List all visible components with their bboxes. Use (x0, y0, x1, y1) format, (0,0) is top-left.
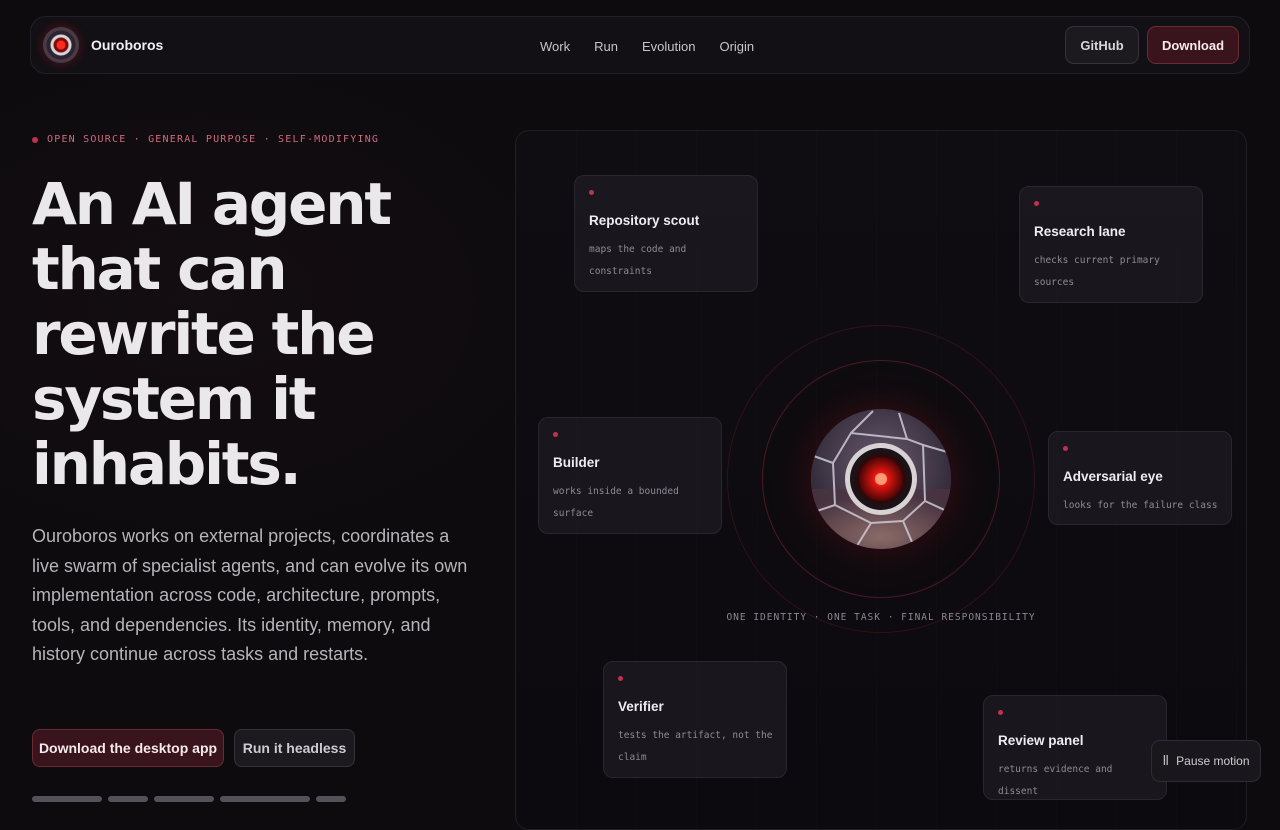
nav-link-evolution[interactable]: Evolution (642, 39, 695, 54)
agent-card-body: returns evidence and dissent (998, 764, 1113, 797)
agent-card-title: Repository scout (589, 213, 700, 228)
agent-card-adversarial-eye[interactable]: Adversarial eye looks for the failure cl… (1048, 431, 1232, 525)
hero-eyebrow: OPEN SOURCE · GENERAL PURPOSE · SELF-MOD… (32, 134, 379, 145)
agent-card-title: Review panel (998, 733, 1084, 748)
agent-card-title: Research lane (1034, 224, 1126, 239)
core-caption: ONE IDENTITY · ONE TASK · FINAL RESPONSI… (726, 612, 1036, 623)
agent-card-research-lane[interactable]: Research lane checks current primary sou… (1019, 186, 1203, 303)
github-button[interactable]: GitHub (1065, 26, 1139, 64)
agent-card-builder[interactable]: Builder works inside a bounded surface (538, 417, 722, 534)
agent-card-title: Builder (553, 455, 600, 470)
core-eye-icon (811, 409, 951, 549)
agent-card-verifier[interactable]: Verifier tests the artifact, not the cla… (603, 661, 787, 778)
red-eye-icon (43, 27, 79, 63)
hero-lead: Ouroboros works on external projects, co… (32, 526, 468, 664)
agent-card-body: looks for the failure class (1063, 500, 1218, 511)
nav-links: Work Run Evolution Origin (540, 17, 754, 75)
cut-off-text-line (32, 792, 352, 804)
status-dot-icon (1034, 201, 1039, 206)
download-desktop-app-button[interactable]: Download the desktop app (32, 729, 224, 767)
status-dot-icon (998, 710, 1003, 715)
agent-card-repository-scout[interactable]: Repository scout maps the code and const… (574, 175, 758, 292)
nav-link-work[interactable]: Work (540, 39, 570, 54)
agent-card-review-panel[interactable]: Review panel returns evidence and dissen… (983, 695, 1167, 800)
agent-card-title: Adversarial eye (1063, 469, 1163, 484)
pause-icon: II (1162, 753, 1169, 769)
hero-headline: An AI agent that can rewrite the system … (32, 170, 392, 498)
run-headless-button[interactable]: Run it headless (234, 729, 355, 767)
eyebrow-text: OPEN SOURCE · GENERAL PURPOSE · SELF-MOD… (47, 134, 380, 145)
nav-link-run[interactable]: Run (594, 39, 618, 54)
pause-motion-button[interactable]: II Pause motion (1151, 740, 1261, 782)
top-navigation: Ouroboros Work Run Evolution Origin GitH… (30, 16, 1250, 74)
status-dot-icon (618, 676, 623, 681)
eyebrow-dot-icon (32, 136, 38, 143)
agent-card-body: tests the artifact, not the claim (618, 730, 773, 763)
nav-link-origin[interactable]: Origin (719, 39, 754, 54)
status-dot-icon (589, 190, 594, 195)
agent-card-body: maps the code and constraints (589, 244, 687, 277)
brand-name: Ouroboros (91, 37, 164, 53)
agent-card-title: Verifier (618, 699, 664, 714)
agent-card-body: works inside a bounded surface (553, 486, 679, 519)
status-dot-icon (553, 432, 558, 437)
status-dot-icon (1063, 446, 1068, 451)
download-button[interactable]: Download (1147, 26, 1239, 64)
pause-motion-label: Pause motion (1176, 754, 1250, 768)
brand[interactable]: Ouroboros (43, 27, 163, 63)
agent-card-body: checks current primary sources (1034, 255, 1160, 288)
